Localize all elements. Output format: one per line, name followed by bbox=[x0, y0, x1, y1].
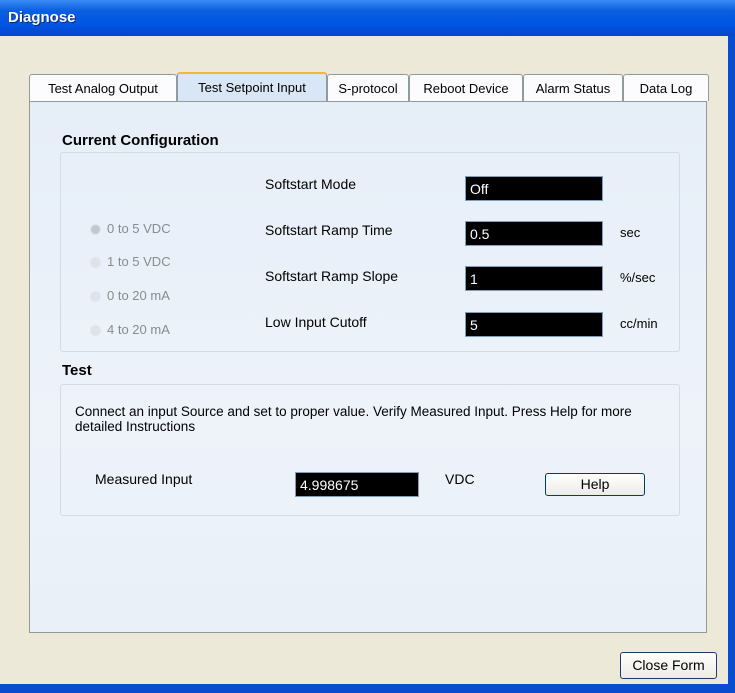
measured-input-label: Measured Input bbox=[95, 471, 193, 487]
radio-label: 1 to 5 VDC bbox=[107, 254, 171, 269]
radio-0-5-vdc[interactable]: 0 to 5 VDC bbox=[90, 221, 171, 236]
radio-label: 0 to 5 VDC bbox=[107, 221, 171, 236]
tab-test-analog-output[interactable]: Test Analog Output bbox=[29, 74, 177, 101]
test-instructions: Connect an input Source and set to prope… bbox=[75, 404, 632, 434]
radio-0-20-ma[interactable]: 0 to 20 mA bbox=[90, 288, 170, 303]
close-form-button[interactable]: Close Form bbox=[620, 652, 717, 679]
radio-dot-icon bbox=[90, 291, 101, 303]
softstart-ramp-slope-label: Softstart Ramp Slope bbox=[265, 268, 399, 284]
window-right-frame[interactable] bbox=[728, 36, 735, 693]
config-heading: Current Configuration bbox=[62, 132, 219, 149]
radio-1-5-vdc[interactable]: 1 to 5 VDC bbox=[90, 254, 171, 269]
softstart-ramp-slope-field[interactable]: 1 bbox=[465, 266, 603, 291]
radio-label: 0 to 20 mA bbox=[107, 288, 170, 303]
help-button[interactable]: Help bbox=[545, 473, 645, 496]
radio-label: 4 to 20 mA bbox=[107, 322, 170, 337]
test-heading: Test bbox=[62, 362, 92, 379]
tab-reboot-device[interactable]: Reboot Device bbox=[409, 74, 523, 101]
softstart-ramp-slope-unit: %/sec bbox=[620, 270, 656, 285]
tab-data-log[interactable]: Data Log bbox=[623, 74, 709, 101]
softstart-ramp-time-label: Softstart Ramp Time bbox=[265, 222, 393, 238]
softstart-mode-label: Softstart Mode bbox=[265, 176, 357, 192]
low-input-cutoff-field[interactable]: 5 bbox=[465, 312, 603, 337]
radio-dot-icon bbox=[90, 325, 101, 337]
softstart-ramp-time-unit: sec bbox=[620, 225, 641, 240]
window-bottom-frame[interactable] bbox=[0, 684, 735, 693]
radio-4-20-ma[interactable]: 4 to 20 mA bbox=[90, 322, 170, 337]
measured-input-unit: VDC bbox=[445, 471, 475, 487]
radio-dot-icon bbox=[90, 224, 101, 236]
low-input-cutoff-label: Low Input Cutoff bbox=[265, 314, 367, 330]
softstart-mode-field[interactable]: Off bbox=[465, 176, 603, 201]
tab-s-protocol[interactable]: S-protocol bbox=[327, 74, 409, 101]
softstart-ramp-time-field[interactable]: 0.5 bbox=[465, 221, 603, 246]
tab-alarm-status[interactable]: Alarm Status bbox=[523, 74, 623, 101]
measured-input-field[interactable]: 4.998675 bbox=[295, 472, 419, 497]
window-title: Diagnose bbox=[8, 9, 76, 26]
radio-dot-icon bbox=[90, 257, 101, 269]
window-left-edge bbox=[0, 36, 8, 693]
low-input-cutoff-unit: cc/min bbox=[620, 316, 658, 331]
tab-test-setpoint-input[interactable]: Test Setpoint Input bbox=[177, 72, 327, 101]
title-bar[interactable]: Diagnose bbox=[0, 0, 735, 36]
